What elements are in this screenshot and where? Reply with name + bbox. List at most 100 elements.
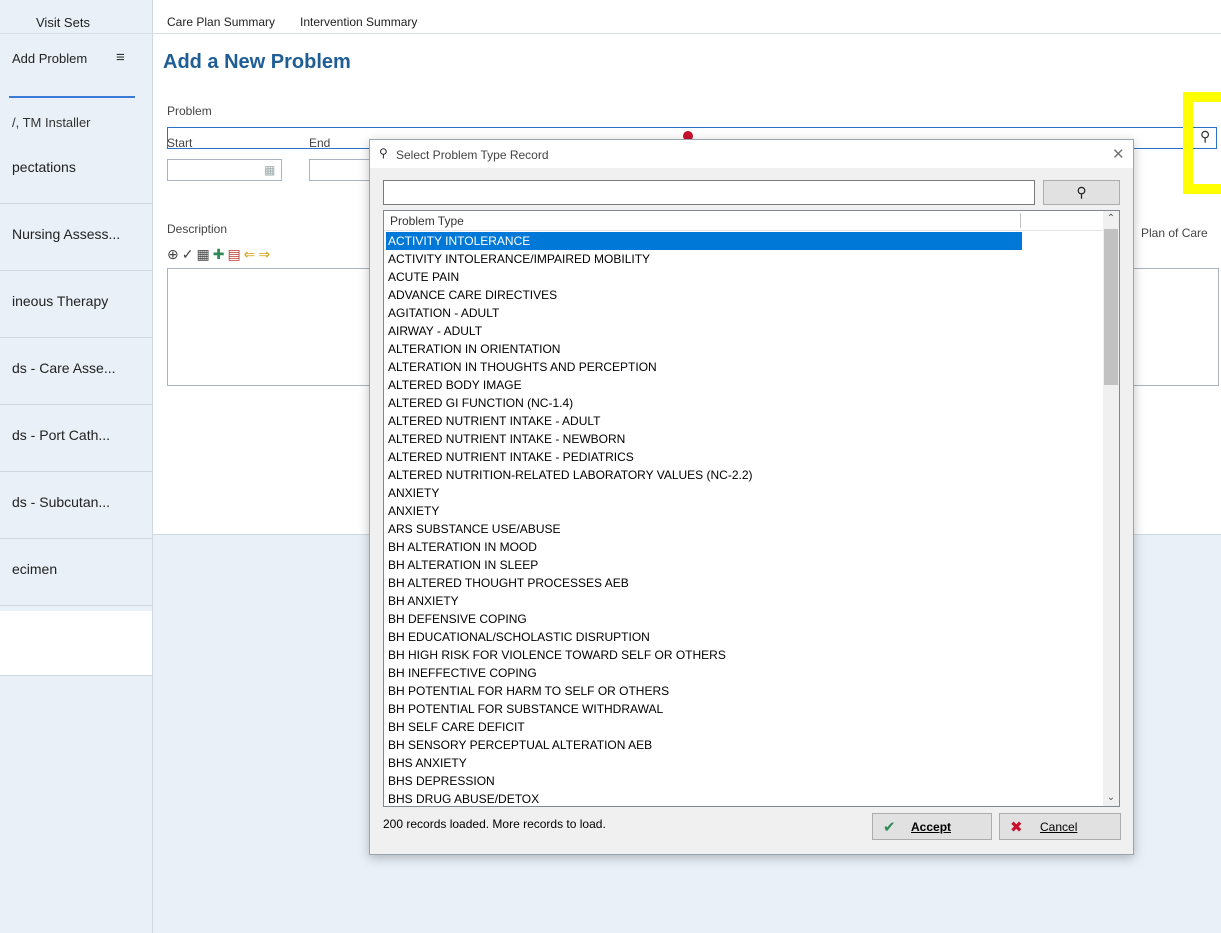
description-label: Description: [167, 222, 228, 236]
sidebar-item-label: ineous Therapy: [12, 293, 109, 309]
list-item[interactable]: ANXIETY: [386, 484, 1103, 502]
list-item[interactable]: BHS ANXIETY: [386, 754, 1103, 772]
sidebar-item-label: ds - Care Asse...: [12, 360, 116, 376]
accept-button[interactable]: ✔ Accept: [872, 813, 992, 840]
accept-label: Accept: [911, 820, 952, 834]
sidebar: Add Problem ≡ /, TM Installer pectations…: [0, 34, 153, 933]
sidebar-item-1[interactable]: pectations: [0, 137, 152, 204]
sidebar-blank-panel: [0, 611, 152, 676]
problem-label: Problem: [167, 104, 212, 118]
sidebar-item-7[interactable]: ecimen: [0, 539, 152, 606]
list-item[interactable]: AGITATION - ADULT: [386, 304, 1103, 322]
list-item[interactable]: BH HIGH RISK FOR VIOLENCE TOWARD SELF OR…: [386, 646, 1103, 664]
cancel-button[interactable]: ✖ Cancel: [999, 813, 1121, 840]
visit-sets-label: Visit Sets: [36, 15, 90, 30]
sidebar-item-6[interactable]: ds - Subcutan...: [0, 472, 152, 539]
search-icon: ⚲: [379, 146, 388, 160]
list-item[interactable]: BH ALTERED THOUGHT PROCESSES AEB: [386, 574, 1103, 592]
list-item[interactable]: BH DEFENSIVE COPING: [386, 610, 1103, 628]
tab-intervention-summary[interactable]: Intervention Summary: [300, 15, 417, 29]
list-item[interactable]: BH ALTERATION IN MOOD: [386, 538, 1103, 556]
top-bar: Visit Sets Care Plan Summary Interventio…: [0, 0, 1221, 34]
list-item[interactable]: ALTERED BODY IMAGE: [386, 376, 1103, 394]
dialog-search-input[interactable]: [383, 180, 1035, 205]
list-scrollbar[interactable]: ⌃ ⌄: [1103, 211, 1119, 806]
list-item[interactable]: ACTIVITY INTOLERANCE/IMPAIRED MOBILITY: [386, 250, 1103, 268]
list-item[interactable]: ALTERED NUTRIENT INTAKE - PEDIATRICS: [386, 448, 1103, 466]
end-date-input[interactable]: [309, 159, 369, 181]
list-item[interactable]: BH SELF CARE DEFICIT: [386, 718, 1103, 736]
list-item[interactable]: ADVANCE CARE DIRECTIVES: [386, 286, 1103, 304]
close-icon[interactable]: ✕: [1112, 145, 1125, 163]
problem-type-list[interactable]: Problem Type ACTIVITY INTOLERANCE ACTIVIT…: [383, 210, 1120, 807]
list-item[interactable]: ALTERED NUTRIENT INTAKE - ADULT: [386, 412, 1103, 430]
list-item[interactable]: ALTERATION IN THOUGHTS AND PERCEPTION: [386, 358, 1103, 376]
list-item[interactable]: BH EDUCATIONAL/SCHOLASTIC DISRUPTION: [386, 628, 1103, 646]
dialog-titlebar: ⚲ Select Problem Type Record ✕: [370, 140, 1133, 168]
sidebar-item-5[interactable]: ds - Port Cath...: [0, 405, 152, 472]
list-item[interactable]: ACUTE PAIN: [386, 268, 1103, 286]
list-item[interactable]: BHS DRUG ABUSE/DETOX: [386, 790, 1103, 806]
spellcheck-icon[interactable]: ✓: [182, 246, 197, 262]
sidebar-item-label: ds - Port Cath...: [12, 427, 111, 443]
list-item[interactable]: BH POTENTIAL FOR HARM TO SELF OR OTHERS: [386, 682, 1103, 700]
list-item[interactable]: ALTERATION IN ORIENTATION: [386, 340, 1103, 358]
list-item[interactable]: BH ANXIETY: [386, 592, 1103, 610]
scroll-down-icon[interactable]: ⌄: [1103, 790, 1119, 806]
highlight-mark: [1183, 184, 1221, 194]
sidebar-item-label: Nursing Assess...: [12, 226, 121, 242]
sidebar-active-underline: [9, 96, 135, 98]
table-icon[interactable]: ▤: [227, 246, 243, 262]
list-item[interactable]: BH INEFFECTIVE COPING: [386, 664, 1103, 682]
zoom-icon[interactable]: ⊕: [167, 246, 182, 262]
start-label: Start: [167, 136, 193, 150]
list-item[interactable]: BH SENSORY PERCEPTUAL ALTERATION AEB: [386, 736, 1103, 754]
plan-of-care-label: Plan of Care: [1141, 226, 1208, 240]
sidebar-item-label: ecimen: [12, 561, 58, 577]
scroll-up-icon[interactable]: ⌃: [1103, 211, 1119, 227]
sidebar-item-label: ds - Subcutan...: [12, 494, 111, 510]
list-item[interactable]: ALTERED NUTRIENT INTAKE - NEWBORN: [386, 430, 1103, 448]
calendar-icon[interactable]: ▦: [264, 163, 275, 177]
list-item[interactable]: ALTERED NUTRITION-RELATED LABORATORY VAL…: [386, 466, 1103, 484]
list-item[interactable]: ARS SUBSTANCE USE/ABUSE: [386, 520, 1103, 538]
end-label: End: [309, 136, 331, 150]
list-item[interactable]: BH ALTERATION IN SLEEP: [386, 556, 1103, 574]
cancel-label: Cancel: [1040, 820, 1078, 834]
sidebar-user: /, TM Installer: [12, 115, 91, 130]
sidebar-item-label: pectations: [12, 159, 76, 175]
arrow-right-icon[interactable]: ⇒: [258, 246, 273, 262]
list-rows: ACTIVITY INTOLERANCE ACTIVITY INTOLERANCE…: [386, 232, 1103, 806]
records-status: 200 records loaded. More records to load…: [383, 817, 606, 831]
sidebar-item-4[interactable]: ds - Care Asse...: [0, 338, 152, 405]
menu-icon[interactable]: ≡: [116, 49, 125, 66]
list-item[interactable]: BH POTENTIAL FOR SUBSTANCE WITHDRAWAL: [386, 700, 1103, 718]
checkmark-icon: ✔: [883, 819, 896, 836]
visit-sets-tab[interactable]: Visit Sets: [0, 0, 153, 33]
list-item[interactable]: ANXIETY: [386, 502, 1103, 520]
select-problem-dialog: ⚲ Select Problem Type Record ✕ ⚲ Problem…: [369, 139, 1134, 855]
sidebar-item-2[interactable]: Nursing Assess...: [0, 204, 152, 271]
sidebar-item-3[interactable]: ineous Therapy: [0, 271, 152, 338]
arrow-left-icon[interactable]: ⇐: [244, 246, 259, 262]
column-header-label: Problem Type: [390, 214, 464, 228]
highlight-mark: [1183, 92, 1193, 192]
list-item[interactable]: BHS DEPRESSION: [386, 772, 1103, 790]
help-icon[interactable]: ▦: [196, 246, 212, 262]
add-problem-link[interactable]: Add Problem: [12, 51, 87, 66]
scroll-thumb[interactable]: [1104, 229, 1118, 385]
search-icon[interactable]: ⚲: [1200, 128, 1210, 145]
list-column-header[interactable]: Problem Type: [384, 211, 1103, 231]
dialog-search-button[interactable]: ⚲: [1043, 180, 1120, 205]
list-item[interactable]: ACTIVITY INTOLERANCE: [386, 232, 1022, 250]
list-item[interactable]: ALTERED GI FUNCTION (NC-1.4): [386, 394, 1103, 412]
x-icon: ✖: [1010, 819, 1023, 836]
column-separator[interactable]: [1020, 213, 1021, 228]
add-icon[interactable]: ✚: [213, 246, 228, 262]
search-icon: ⚲: [1076, 184, 1087, 200]
dialog-title: Select Problem Type Record: [396, 148, 549, 162]
description-toolbar: ⊕✓▦✚▤⇐⇒: [167, 246, 273, 263]
tab-care-plan-summary[interactable]: Care Plan Summary: [167, 15, 275, 29]
list-item[interactable]: AIRWAY - ADULT: [386, 322, 1103, 340]
page-title: Add a New Problem: [163, 51, 351, 73]
